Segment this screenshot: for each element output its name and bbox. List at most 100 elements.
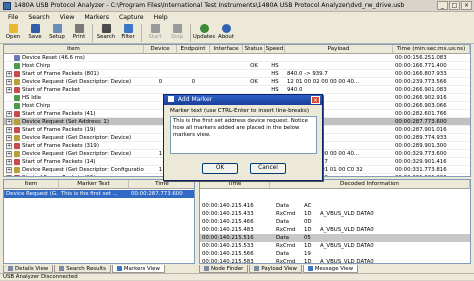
tab-message-view[interactable]: Message View [302,265,359,273]
decode-row[interactable]: 00:00:140.215.566 Data 19 [200,250,470,258]
stop-button[interactable]: Stop [166,23,188,43]
start-button[interactable]: Start [144,23,166,43]
search-button[interactable]: Search [95,23,117,43]
ok-button[interactable]: OK [202,163,238,174]
column-header-speed[interactable]: Speed [265,45,285,54]
decode-cell-type: Data [276,235,289,241]
setup-button[interactable]: Setup [46,23,68,43]
cell-item: Device Request (Get Descriptor: Device) [22,151,132,157]
packet-type-icon [14,71,20,77]
decode-cell-extra: A_VBUS_VLD DATA0 [320,259,374,264]
decode-cell-value: 1D [304,259,312,264]
cell-status [245,54,263,62]
decode-row[interactable]: 00:00:140.215.416 Data AC [200,202,470,210]
expand-toggle[interactable]: + [6,135,12,141]
cell-time: 00:00:239.773.566 [395,79,447,85]
open-button[interactable]: Open [2,23,24,43]
folder-open-icon [8,24,18,33]
decode-cell-time: 00:00:140.215.483 [202,227,254,233]
expand-toggle[interactable]: + [6,151,12,157]
menu-capture[interactable]: Capture [114,14,149,21]
expand-toggle[interactable]: + [6,87,12,93]
tab-details-view[interactable]: Details View [3,265,54,273]
decode-cell-value: 19 [304,251,311,257]
gear-setup-icon [52,24,62,33]
expand-toggle[interactable]: + [6,111,12,117]
decode-cell-value: AC [304,203,312,209]
cell-payload [287,62,391,70]
expand-toggle[interactable]: + [6,79,12,85]
cell-interface [212,54,241,62]
menu-search[interactable]: Search [23,14,54,21]
expand-toggle[interactable]: + [6,143,12,149]
minimize-button[interactable]: _ [437,1,448,10]
cancel-button[interactable]: Cancel [250,163,286,174]
markers-column-item[interactable]: Item [4,180,59,189]
table-row[interactable]: + Device Request (Get Descriptor: Device)… [4,78,470,86]
expand-toggle[interactable]: + [6,175,12,176]
save-button[interactable]: Save [24,23,46,43]
cell-time: 00:00:331.773.816 [395,167,447,173]
menu-help[interactable]: Help [149,14,173,21]
expand-toggle[interactable]: + [6,71,12,77]
tab-node-finder[interactable]: Node Finder [199,265,249,273]
dialog-icon [168,96,174,102]
decode-cell-extra [320,250,460,258]
cell-interface [212,86,241,94]
column-header-time[interactable]: Time (min:sec:ms.us:ns) [393,45,470,54]
marker-row[interactable]: Device Request (G... This is the first se… [4,190,194,198]
table-row[interactable]: Host Chirp OK HS 00:00:166.771.400 [4,62,470,70]
menu-file[interactable]: File [3,14,23,21]
markers-column-text[interactable]: Marker Text [59,180,129,189]
menu-markers[interactable]: Markers [79,14,114,21]
decode-row[interactable]: 00:00:140.215.433 RxCmd 1D A_VBUS_VLD DATA0 [200,210,470,218]
markers-panel[interactable]: Item Marker Text Time Device Request (G... T… [3,179,195,264]
column-header-device[interactable]: Device [144,45,177,54]
cell-time: 00:00:282.601.766 [395,111,447,117]
table-row[interactable]: + Start of Frame Packet HS 940.0 00:00:266.9… [4,86,470,94]
dialog-close-button[interactable]: × [311,96,320,104]
decode-row[interactable]: 00:00:140.215.466 Data 0D [200,218,470,226]
search-results-icon [59,266,65,271]
filter-button[interactable]: Filter [117,23,139,43]
decode-row[interactable]: 00:00:140.215.483 RxCmd 1D A_VBUS_VLD DATA0 [200,226,470,234]
column-header-item[interactable]: Item [4,45,144,54]
cell-item: Start of Frame Packets (41) [22,111,96,117]
expand-toggle[interactable]: + [6,167,12,173]
table-row[interactable]: Device Reset (46.6 ms) 00:00:156.251.083 [4,54,470,62]
decode-cell-extra: A_VBUS_VLD DATA0 [320,227,374,233]
expand-toggle[interactable]: + [6,127,12,133]
marker-cell-time: 00:00:287.773.600 [131,191,183,197]
message-panel[interactable]: Time Decoded Information 00:00:140.215.416… [199,179,471,264]
decode-cell-value: 0D [304,219,312,225]
column-header-payload[interactable]: Payload [285,45,393,54]
maximize-button[interactable]: □ [449,1,460,10]
marker-text-input[interactable]: This is the first set address device req… [170,116,317,154]
tab-search-results[interactable]: Search Results [54,265,111,273]
tab-payload-view[interactable]: Payload View [249,265,302,273]
decode-row[interactable]: 00:00:140.215.533 RxCmd 1D A_VBUS_VLD DATA0 [200,242,470,250]
updates-button[interactable]: Updates [193,23,215,43]
decode-column-info[interactable]: Decoded Information [270,180,470,189]
cell-status: OK [250,79,258,85]
column-header-interface[interactable]: Interface [210,45,243,54]
print-button[interactable]: Print [68,23,90,43]
cell-item: Device Request (Get Descriptor: Configur… [22,167,144,173]
packet-type-icon [14,151,20,157]
about-button[interactable]: About [215,23,237,43]
decode-row[interactable]: 00:00:140.215.583 RxCmd 1D A_VBUS_VLD DATA0 [200,258,470,264]
column-header-status[interactable]: Status [243,45,265,54]
column-header-endpoint[interactable]: Endpoint [177,45,210,54]
decode-row[interactable]: 00:00:140.215.516 Data 05 [200,234,470,242]
close-window-button[interactable]: × [461,1,472,10]
decode-cell-extra [320,218,460,226]
toolbar-label: Updates [192,34,216,40]
table-row[interactable]: + Start of Frame Packets (801) HS 840.0 -> … [4,70,470,78]
expand-toggle[interactable]: + [6,119,12,125]
decode-cell-type: Data [276,203,289,209]
markers-column-time[interactable]: Time [129,180,194,189]
expand-toggle[interactable]: + [6,159,12,165]
tab-markers-view[interactable]: Markers View [111,265,165,273]
decode-column-time[interactable]: Time [200,180,270,189]
menu-view[interactable]: View [55,14,80,21]
